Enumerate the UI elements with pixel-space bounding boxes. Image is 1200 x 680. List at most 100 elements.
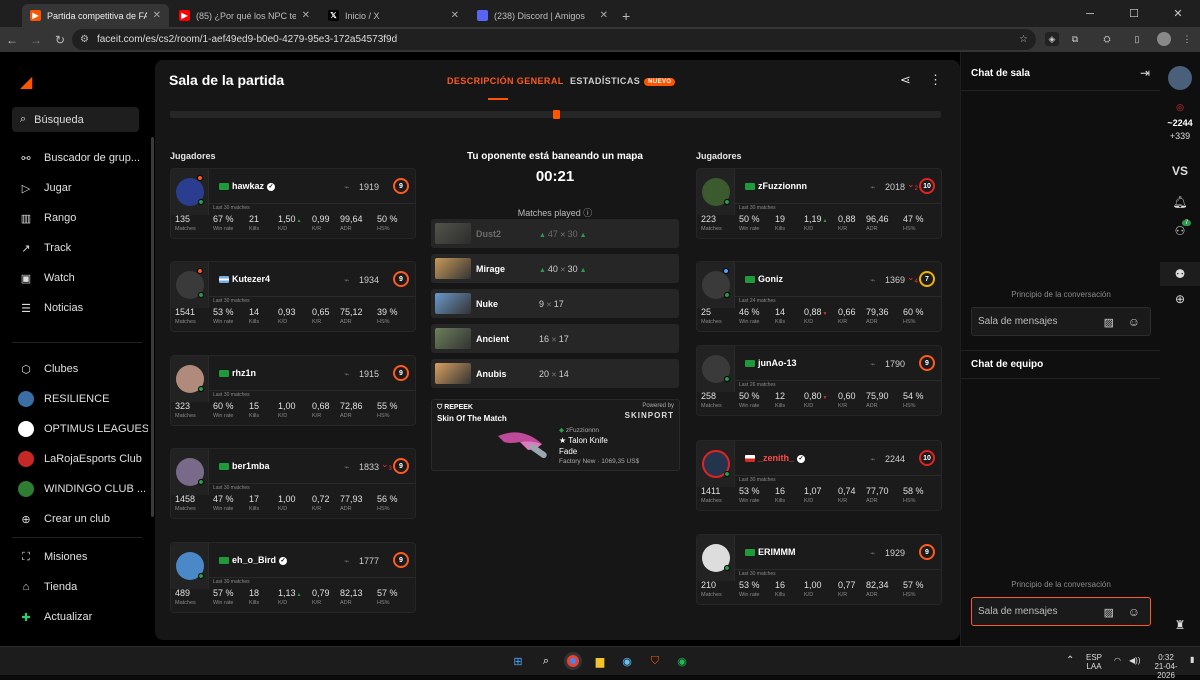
user-avatar[interactable] — [1160, 66, 1200, 93]
extensions-puzzle-icon[interactable]: ⧉ — [1068, 32, 1082, 46]
extension-icon[interactable]: ◈ — [1045, 32, 1059, 46]
reload-icon[interactable]: ↻ — [48, 33, 72, 47]
player-card[interactable]: ber1mba ⌁ 1833 ⌄3 9 Last 30 matches 1458 Matche… — [170, 448, 416, 519]
map-row[interactable]: Mirage ▲ 40 ✕ 30 ▲ — [431, 254, 679, 283]
skin-of-the-match-card[interactable]: ⛉ REPEEK Skin Of The Match Powered by SK… — [431, 399, 680, 471]
browser-tab[interactable]: ▶ Partida competitiva de FACEIT ✕ — [22, 4, 169, 27]
team-chat-input[interactable]: Sala de mensajes ▨ ☺ — [971, 597, 1151, 626]
back-icon[interactable]: ← — [0, 33, 24, 47]
feedback-icon[interactable]: ♜ — [1160, 618, 1200, 632]
player-card[interactable]: hawkaz ✓ ⌁ 1919 9 Last 30 matches 135 Matches 67… — [170, 168, 416, 239]
site-info-icon[interactable]: ⚙ — [80, 34, 89, 45]
faceit-ac-icon[interactable]: ⛉ — [646, 652, 664, 670]
sidebar-item[interactable]: ⬡ Clubes — [18, 361, 148, 377]
room-chat-input[interactable]: Sala de mensajes ▨ ☺ — [971, 307, 1151, 336]
player-name[interactable]: _zenith_ ✓ — [758, 453, 806, 463]
close-tab-icon[interactable]: ✕ — [302, 10, 310, 21]
sidebar-item[interactable]: ▷ Jugar — [18, 180, 148, 196]
party-icon[interactable]: ⚉ — [1160, 262, 1200, 286]
sidebar-item[interactable]: ⚯ Buscador de grup... — [18, 150, 148, 166]
tray-chevron-icon[interactable]: ⌃ — [1066, 656, 1074, 666]
sidebar-scrollbar[interactable] — [151, 137, 154, 517]
player-name[interactable]: eh_o_Bird ✓ — [232, 555, 288, 565]
more-options-icon[interactable]: ⋮ — [929, 72, 942, 88]
close-window-icon[interactable]: ✕ — [1156, 0, 1200, 27]
sidebar-item[interactable]: ▥ Rango — [18, 210, 148, 226]
sidebar-item[interactable]: ⛶ Misiones — [18, 549, 148, 565]
tab-overview[interactable]: DESCRIPCIÓN GENERAL — [447, 76, 564, 86]
player-name[interactable]: Kutezer4 — [232, 274, 270, 284]
image-upload-icon[interactable]: ▨ — [1104, 606, 1114, 619]
sidebar-item[interactable]: RESILIENCE — [18, 391, 148, 407]
add-icon[interactable]: ⊕ — [1160, 292, 1200, 306]
new-tab-button[interactable]: + — [622, 4, 630, 27]
player-name[interactable]: hawkaz ✓ — [232, 181, 276, 191]
player-card[interactable]: _zenith_ ✓ ⌁ 2244 10 Last 30 matches 1411 Match… — [696, 440, 942, 511]
player-card[interactable]: Goniz ⌁ 1369 ⌄4 7 Last 24 matches 25 Matches 46 … — [696, 261, 942, 332]
notification-center-icon[interactable]: ▮ — [1190, 655, 1194, 664]
sidebar-item[interactable]: OPTIMUS LEAGUES — [18, 421, 148, 437]
clock[interactable]: 0:32 21-04-2026 — [1146, 653, 1186, 680]
sidebar-toggle-icon[interactable]: ▯ — [1130, 32, 1144, 46]
sidebar-item[interactable]: ⌂ Tienda — [18, 579, 148, 595]
bookmark-star-icon[interactable]: ☆ — [1019, 34, 1028, 45]
player-card[interactable]: ERIMMM ⌁ 1929 9 Last 30 matches 210 Matches 53 … — [696, 534, 942, 605]
volume-icon[interactable]: ◀)) — [1129, 656, 1140, 665]
collapse-chat-icon[interactable]: ⇥ — [1140, 66, 1150, 80]
player-name[interactable]: junAo-13 — [758, 358, 797, 368]
player-card[interactable]: zFuzzionnn ⌁ 2018 ⌄2 10 Last 30 matches 223 Mat… — [696, 168, 942, 239]
rail-vs[interactable]: VS — [1160, 164, 1200, 178]
minimize-icon[interactable]: ─ — [1068, 0, 1112, 27]
player-name[interactable]: Goniz — [758, 274, 783, 284]
profile-avatar[interactable] — [1157, 32, 1171, 46]
tab-statistics[interactable]: ESTADÍSTICAS NUEVO — [570, 76, 676, 86]
sidebar-item[interactable]: ☰ Noticias — [18, 300, 148, 316]
close-tab-icon[interactable]: ✕ — [153, 10, 161, 21]
windows-start-icon[interactable]: ⊞ — [509, 652, 527, 670]
player-name[interactable]: rhz1n — [232, 368, 256, 378]
info-icon[interactable]: ⓘ — [583, 208, 592, 218]
map-row[interactable]: Ancient 16 ✕ 17 — [431, 324, 679, 353]
notifications-icon[interactable]: 🔔︎ — [1160, 195, 1200, 209]
browser-tab[interactable]: 𝕏 Inicio / X ✕ — [320, 4, 467, 27]
maximize-icon[interactable]: ☐ — [1112, 0, 1156, 27]
browser-tab[interactable]: ▶ (85) ¿Por qué los NPC te golpean ✕ — [171, 4, 318, 27]
player-name[interactable]: ber1mba — [232, 461, 270, 471]
player-card[interactable]: rhz1n ⌁ 1915 9 Last 30 matches 323 Matches 60 %… — [170, 355, 416, 426]
player-card[interactable]: Kutezer4 ⌁ 1934 9 Last 30 matches 1541 Matches… — [170, 261, 416, 332]
map-row[interactable]: Nuke 9 ✕ 17 — [431, 289, 679, 318]
sidebar-item[interactable]: WINDINGO CLUB ... — [18, 481, 148, 497]
close-tab-icon[interactable]: ✕ — [600, 10, 608, 21]
friends-icon[interactable]: ⚇ 7 — [1160, 220, 1200, 238]
chrome-icon[interactable] — [564, 652, 582, 670]
map-row[interactable]: Anubis 20 ✕ 14 — [431, 359, 679, 388]
address-bar[interactable]: ⚙ faceit.com/es/cs2/room/1-aef49ed9-b0e0… — [72, 29, 1036, 50]
sidebar-item[interactable]: ✚ Actualizar — [18, 609, 148, 625]
share-icon[interactable]: ⋖ — [900, 72, 911, 88]
steam-icon[interactable]: ◉ — [618, 652, 636, 670]
emoji-icon[interactable]: ☺ — [1128, 315, 1140, 329]
image-upload-icon[interactable]: ▨ — [1104, 316, 1114, 329]
faceit-logo-icon[interactable]: ◢ — [20, 72, 32, 92]
wifi-icon[interactable]: ◠ — [1114, 656, 1121, 665]
browser-menu-icon[interactable]: ⋮ — [1180, 32, 1194, 46]
sidebar-item[interactable]: ▣ Watch — [18, 270, 148, 286]
spotify-icon[interactable]: ◉ — [673, 652, 691, 670]
incognito-icon[interactable]: ⛭ — [1100, 32, 1114, 46]
emoji-icon[interactable]: ☺ — [1128, 605, 1140, 619]
language-indicator[interactable]: ESP LAA — [1086, 653, 1102, 671]
forward-icon[interactable]: → — [24, 33, 48, 47]
player-card[interactable]: eh_o_Bird ✓ ⌁ 1777 9 Last 30 matches 489 Matche… — [170, 542, 416, 613]
file-explorer-icon[interactable]: ▆ — [591, 652, 609, 670]
browser-tab[interactable]: (238) Discord | Amigos ✕ — [469, 4, 616, 27]
sidebar-item[interactable]: LaRojaEsports Club — [18, 451, 148, 467]
player-card[interactable]: junAo-13 ⌁ 1790 9 Last 26 matches 258 Matches 5… — [696, 345, 942, 416]
map-row[interactable]: Dust2 ▲ 47 ✕ 30 ▲ — [431, 219, 679, 248]
sidebar-item[interactable]: ⊕ Crear un club — [18, 511, 148, 527]
taskbar-search-icon[interactable]: ⌕ — [537, 652, 555, 670]
player-name[interactable]: zFuzzionnn — [758, 181, 807, 191]
close-tab-icon[interactable]: ✕ — [451, 10, 459, 21]
player-name[interactable]: ERIMMM — [758, 547, 796, 557]
search-button[interactable]: ⌕ Búsqueda — [12, 107, 139, 132]
sidebar-item[interactable]: ↗ Track — [18, 240, 148, 256]
